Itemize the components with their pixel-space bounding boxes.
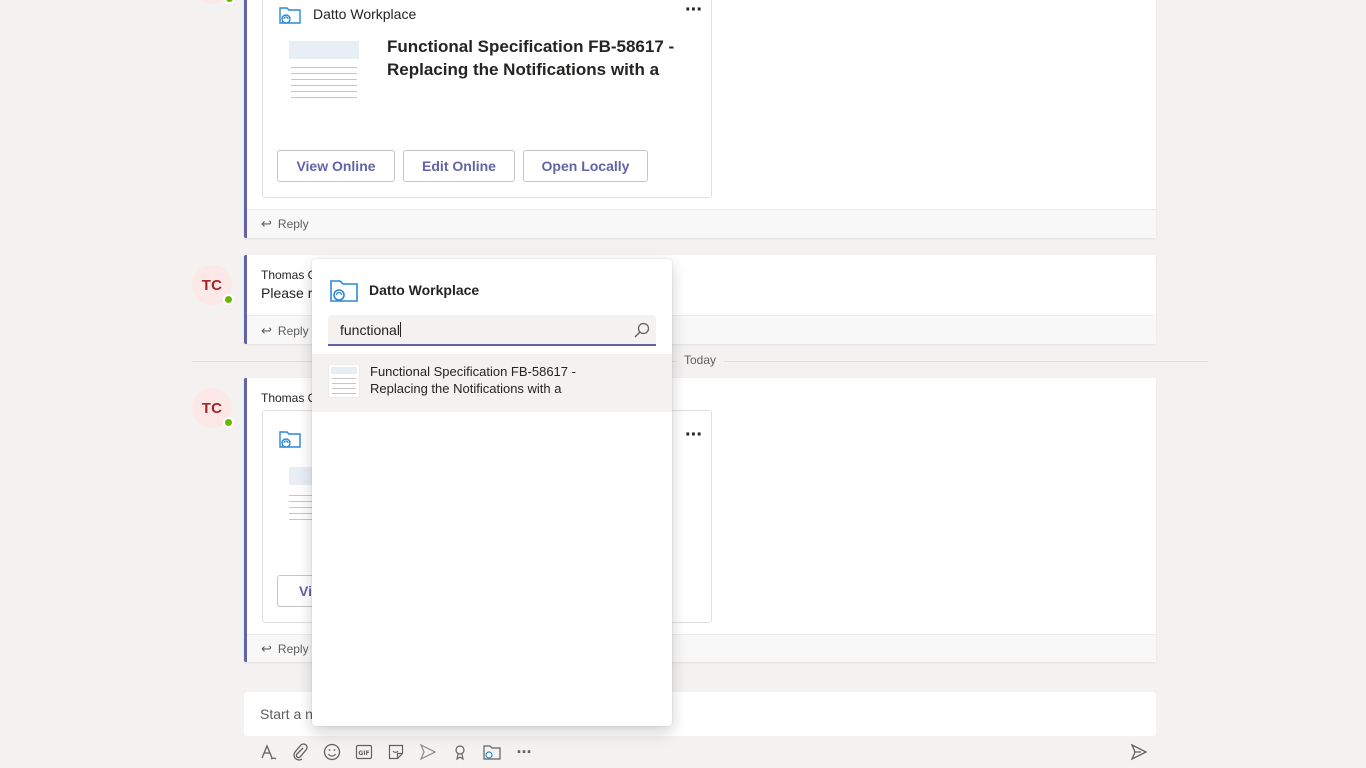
reply-label: Reply — [277, 642, 309, 656]
datto-folder-icon — [279, 429, 301, 449]
emoji-icon[interactable] — [321, 741, 343, 763]
date-divider-label: Today — [676, 353, 725, 367]
card-file-title[interactable]: Functional Specification FB-58617 - Repl… — [387, 35, 697, 81]
send-icon[interactable] — [1128, 741, 1150, 763]
open-locally-button[interactable]: Open Locally — [523, 150, 648, 182]
praise-icon[interactable] — [449, 741, 471, 763]
more-apps-icon[interactable]: ··· — [513, 741, 535, 763]
top-file-card: Datto Workplace ··· Functional Specifica… — [262, 0, 712, 198]
sticker-icon[interactable] — [385, 741, 407, 763]
sender-name: Thomas C — [261, 391, 317, 405]
search-input[interactable]: functional — [328, 315, 656, 346]
reply-arrow-icon: ↩ — [261, 323, 272, 338]
result-title-line-1: Functional Specification FB-58617 - — [370, 364, 576, 379]
sender-name: Thomas C — [261, 268, 317, 282]
top-presence-indicator — [224, 0, 235, 4]
more-options-icon[interactable]: ··· — [685, 425, 703, 445]
result-title-line-2: Replacing the Notifications with a — [370, 381, 562, 396]
presence-indicator — [223, 294, 234, 305]
reply-label: Reply — [277, 324, 309, 338]
datto-folder-icon — [279, 5, 301, 25]
reply-arrow-icon: ↩ — [261, 216, 272, 231]
attach-icon[interactable] — [289, 741, 311, 763]
popup-title: Datto Workplace — [369, 282, 480, 298]
format-icon[interactable] — [257, 741, 279, 763]
document-thumbnail — [287, 39, 361, 101]
search-result-item[interactable]: Functional Specification FB-58617 - Repl… — [312, 354, 672, 412]
datto-app-icon[interactable] — [481, 741, 503, 763]
more-options-icon[interactable]: ··· — [685, 0, 703, 20]
result-document-thumbnail — [328, 364, 360, 398]
gif-icon[interactable]: GIF — [353, 741, 375, 763]
search-input-value: functional — [340, 322, 401, 338]
card-app-name: Datto Workplace — [313, 6, 417, 22]
presence-indicator — [223, 417, 234, 428]
reply-label: Reply — [277, 217, 309, 231]
datto-folder-icon — [330, 277, 358, 303]
datto-search-popup: Datto Workplace functional Functional Sp… — [312, 259, 672, 726]
search-icon[interactable] — [634, 322, 650, 338]
view-online-button[interactable]: View Online — [277, 150, 395, 182]
top-reply-bar[interactable]: ↩ Reply — [247, 209, 1156, 238]
edit-online-button[interactable]: Edit Online — [403, 150, 515, 182]
reply-arrow-icon: ↩ — [261, 641, 272, 656]
svg-text:GIF: GIF — [358, 750, 369, 757]
meet-icon[interactable] — [417, 741, 439, 763]
compose-placeholder: Start a n — [260, 706, 313, 722]
